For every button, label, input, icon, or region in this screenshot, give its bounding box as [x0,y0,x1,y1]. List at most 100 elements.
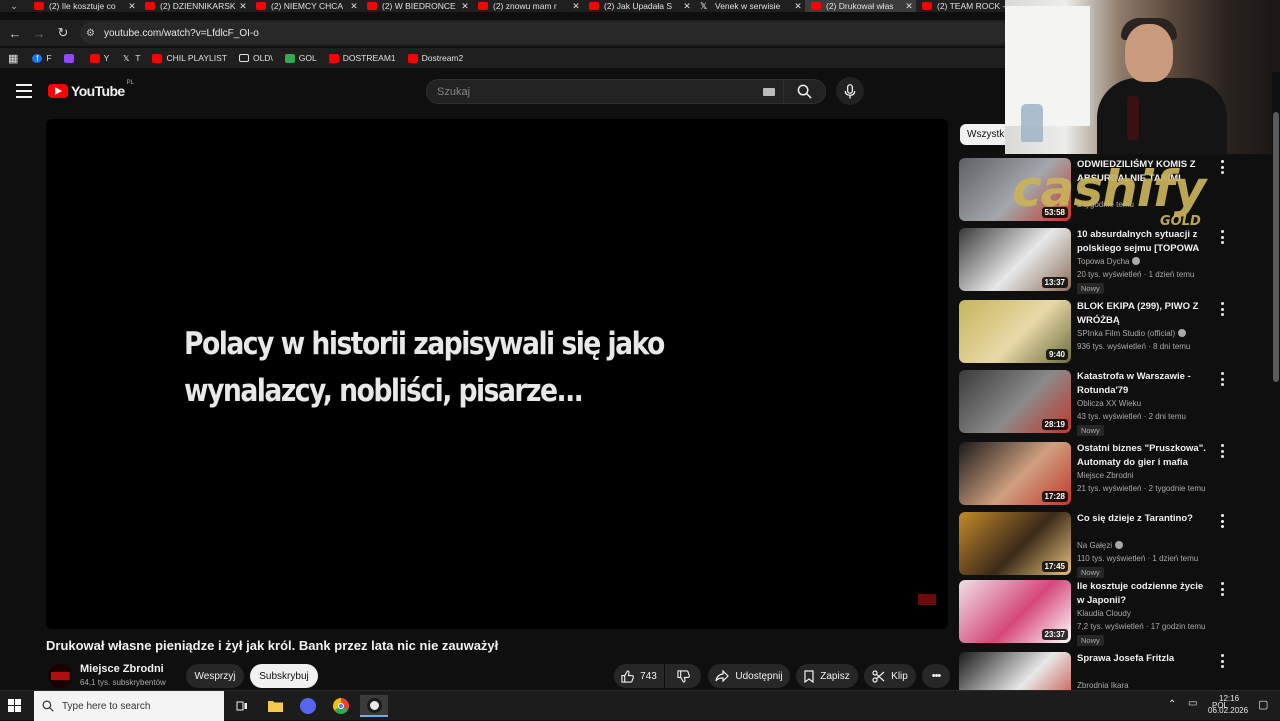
browser-tab[interactable]: (2) Drukował włas ✕ [805,0,916,12]
menu-icon[interactable] [16,84,32,98]
video-thumbnail[interactable]: 9:40 [959,300,1071,363]
tab-close-icon[interactable]: ✕ [347,1,361,12]
browser-tab[interactable]: (2) NIEMCY CHCA ✕ [250,0,361,12]
recommended-video[interactable]: 17:28 Ostatni biznes "Pruszkowa". Automat… [959,442,1269,506]
tab-close-icon[interactable]: ✕ [458,1,472,12]
recommended-video[interactable]: 9:40 BLOK EKIPA (299), PIWO Z WRÓŻBĄ SPInk… [959,300,1269,364]
bookmark-item[interactable]: fF [32,53,52,63]
file-explorer-icon[interactable] [261,695,289,717]
video-thumbnail[interactable]: 23:37 [959,580,1071,643]
video-thumbnail[interactable]: 13:37 [959,228,1071,291]
tab-close-icon[interactable]: ✕ [902,1,916,12]
keyboard-icon[interactable] [763,88,775,96]
like-button[interactable]: 743 [614,664,664,688]
tab-close-icon[interactable]: ✕ [236,1,250,12]
recommended-video[interactable]: 23:37 Ile kosztuje codzienne życie w Japo… [959,580,1269,646]
bookmark-item[interactable]: Y [89,53,109,63]
more-vertical-icon[interactable] [1217,230,1227,244]
task-view-icon[interactable] [228,695,256,717]
discord-app-icon[interactable] [294,695,322,717]
more-vertical-icon[interactable] [1217,302,1227,316]
video-player[interactable]: Polacy w historii zapisywali się jako wy… [46,119,948,629]
more-vertical-icon[interactable] [1217,160,1227,174]
browser-tab[interactable]: (2) W BIEDRONCE ✕ [361,0,472,12]
recommended-channel[interactable]: Oblicza XX Wieku [1077,399,1141,408]
more-actions-button[interactable]: ••• [922,664,950,688]
browser-tab[interactable]: 𝕏 Venek w serwisie ✕ [694,0,805,12]
bookmark-item[interactable]: DOSTREAM1 [328,53,396,63]
browser-tab[interactable]: (2) DZIENNIKARSKI ✕ [139,0,250,12]
recommended-video-title[interactable]: Co się dzieje z Tarantino? [1077,512,1207,526]
tab-close-icon[interactable]: ✕ [569,1,583,12]
address-bar[interactable]: ⚙ youtube.com/watch?v=LfdlcF_OI-o [80,22,1010,44]
channel-name[interactable]: Miejsce Zbrodni [80,663,164,675]
site-settings-icon[interactable]: ⚙ [86,28,104,39]
forward-arrow-icon[interactable]: → [27,26,51,41]
page-scrollbar[interactable] [1272,72,1280,690]
bookmark-icon [804,669,814,683]
recommended-video[interactable]: 13:37 10 absurdalnych sytuacji z polskieg… [959,228,1269,294]
recommended-video-title[interactable]: BLOK EKIPA (299), PIWO Z WRÓŻBĄ [1077,300,1207,327]
video-thumbnail[interactable]: 17:28 [959,442,1071,505]
dislike-button[interactable] [665,664,701,688]
more-vertical-icon[interactable] [1217,582,1227,596]
more-vertical-icon[interactable] [1217,654,1227,668]
recommended-video[interactable]: 17:45 Co się dzieje z Tarantino? Na Gałęzi… [959,512,1269,578]
recommended-channel[interactable]: Miejsce Zbrodni [1077,471,1133,480]
bookmark-item[interactable]: Dostream2 [407,53,463,63]
obs-app-icon[interactable] [360,695,388,717]
clock-time[interactable]: 12:16 [1219,694,1239,703]
search-input[interactable]: Szukaj [426,79,784,104]
recommended-channel[interactable]: Zbrodnia Ikara [1077,681,1129,690]
video-thumbnail[interactable]: 28:19 [959,370,1071,433]
support-button[interactable]: Wesprzyj [186,664,244,688]
back-arrow-icon[interactable]: ← [3,26,27,41]
recommended-video-title[interactable]: Ostatni biznes "Pruszkowa". Automaty do … [1077,442,1207,469]
recommended-video-title[interactable]: 10 absurdalnych sytuacji z polskiego sej… [1077,228,1207,255]
chrome-app-icon[interactable] [327,695,355,717]
recommended-video-title[interactable]: Katastrofa w Warszawie - Rotunda'79 [1077,370,1207,397]
more-vertical-icon[interactable] [1217,514,1227,528]
browser-tab[interactable]: (2) Ile kosztuje co ✕ [28,0,139,12]
recommended-video[interactable]: 28:19 Katastrofa w Warszawie - Rotunda'79… [959,370,1269,436]
clock-date[interactable]: 06.02.2026 [1208,706,1248,715]
recommended-channel[interactable]: Na Gałęzi [1077,541,1124,550]
tab-close-icon[interactable]: ✕ [791,1,805,12]
verified-badge-icon [1132,257,1141,265]
tab-close-icon[interactable]: ✕ [680,1,694,12]
recommended-channel[interactable]: Klaudia Cloudy [1077,609,1131,618]
recommended-channel[interactable]: Topowa Dycha [1077,257,1141,266]
subscribe-button[interactable]: Subskrybuj [250,664,318,688]
recommended-video-title[interactable]: Ile kosztuje codzienne życie w Japonii? [1077,580,1207,607]
filter-chip-all[interactable]: Wszystkie [960,124,1010,145]
bookmark-item[interactable]: GOL [284,53,317,63]
tab-search-chevron-icon[interactable]: ⌄ [0,0,28,12]
bookmark-item[interactable]: OLD\ [238,53,273,63]
windows-start-icon[interactable] [8,699,22,713]
taskbar-search-box[interactable]: Type here to search [34,691,224,721]
tab-close-icon[interactable]: ✕ [125,1,139,12]
bookmark-item[interactable]: 𝕏T [121,53,140,63]
clip-button[interactable]: Klip [864,664,916,688]
save-button[interactable]: Zapisz [796,664,858,688]
notifications-icon[interactable]: ▢ [1258,698,1268,711]
more-vertical-icon[interactable] [1217,372,1227,386]
search-button[interactable] [784,79,826,104]
bookmark-item[interactable] [63,53,78,63]
tray-chevron-icon[interactable]: ⌃ [1168,699,1176,710]
network-icon[interactable]: ▭ [1188,698,1197,709]
scrollbar-thumb[interactable] [1273,112,1279,382]
recommended-channel[interactable]: SPInka Film Studio (official) [1077,329,1187,338]
more-vertical-icon[interactable] [1217,444,1227,458]
reload-icon[interactable]: ↻ [51,25,75,41]
video-thumbnail[interactable]: 17:45 [959,512,1071,575]
bookmark-item[interactable]: CHIL PLAYLIST [152,53,227,63]
voice-search-button[interactable] [836,77,864,105]
browser-tab[interactable]: (2) znowu mam r ✕ [472,0,583,12]
browser-tab[interactable]: (2) Jak Upadała S ✕ [583,0,694,12]
share-button[interactable]: Udostępnij [708,664,790,688]
youtube-logo[interactable]: YouTube PL [48,80,134,99]
apps-grid-icon[interactable]: ▦ [8,52,18,65]
recommended-video-title[interactable]: Sprawa Josefa Fritzla [1077,652,1207,666]
channel-avatar[interactable] [48,664,72,688]
